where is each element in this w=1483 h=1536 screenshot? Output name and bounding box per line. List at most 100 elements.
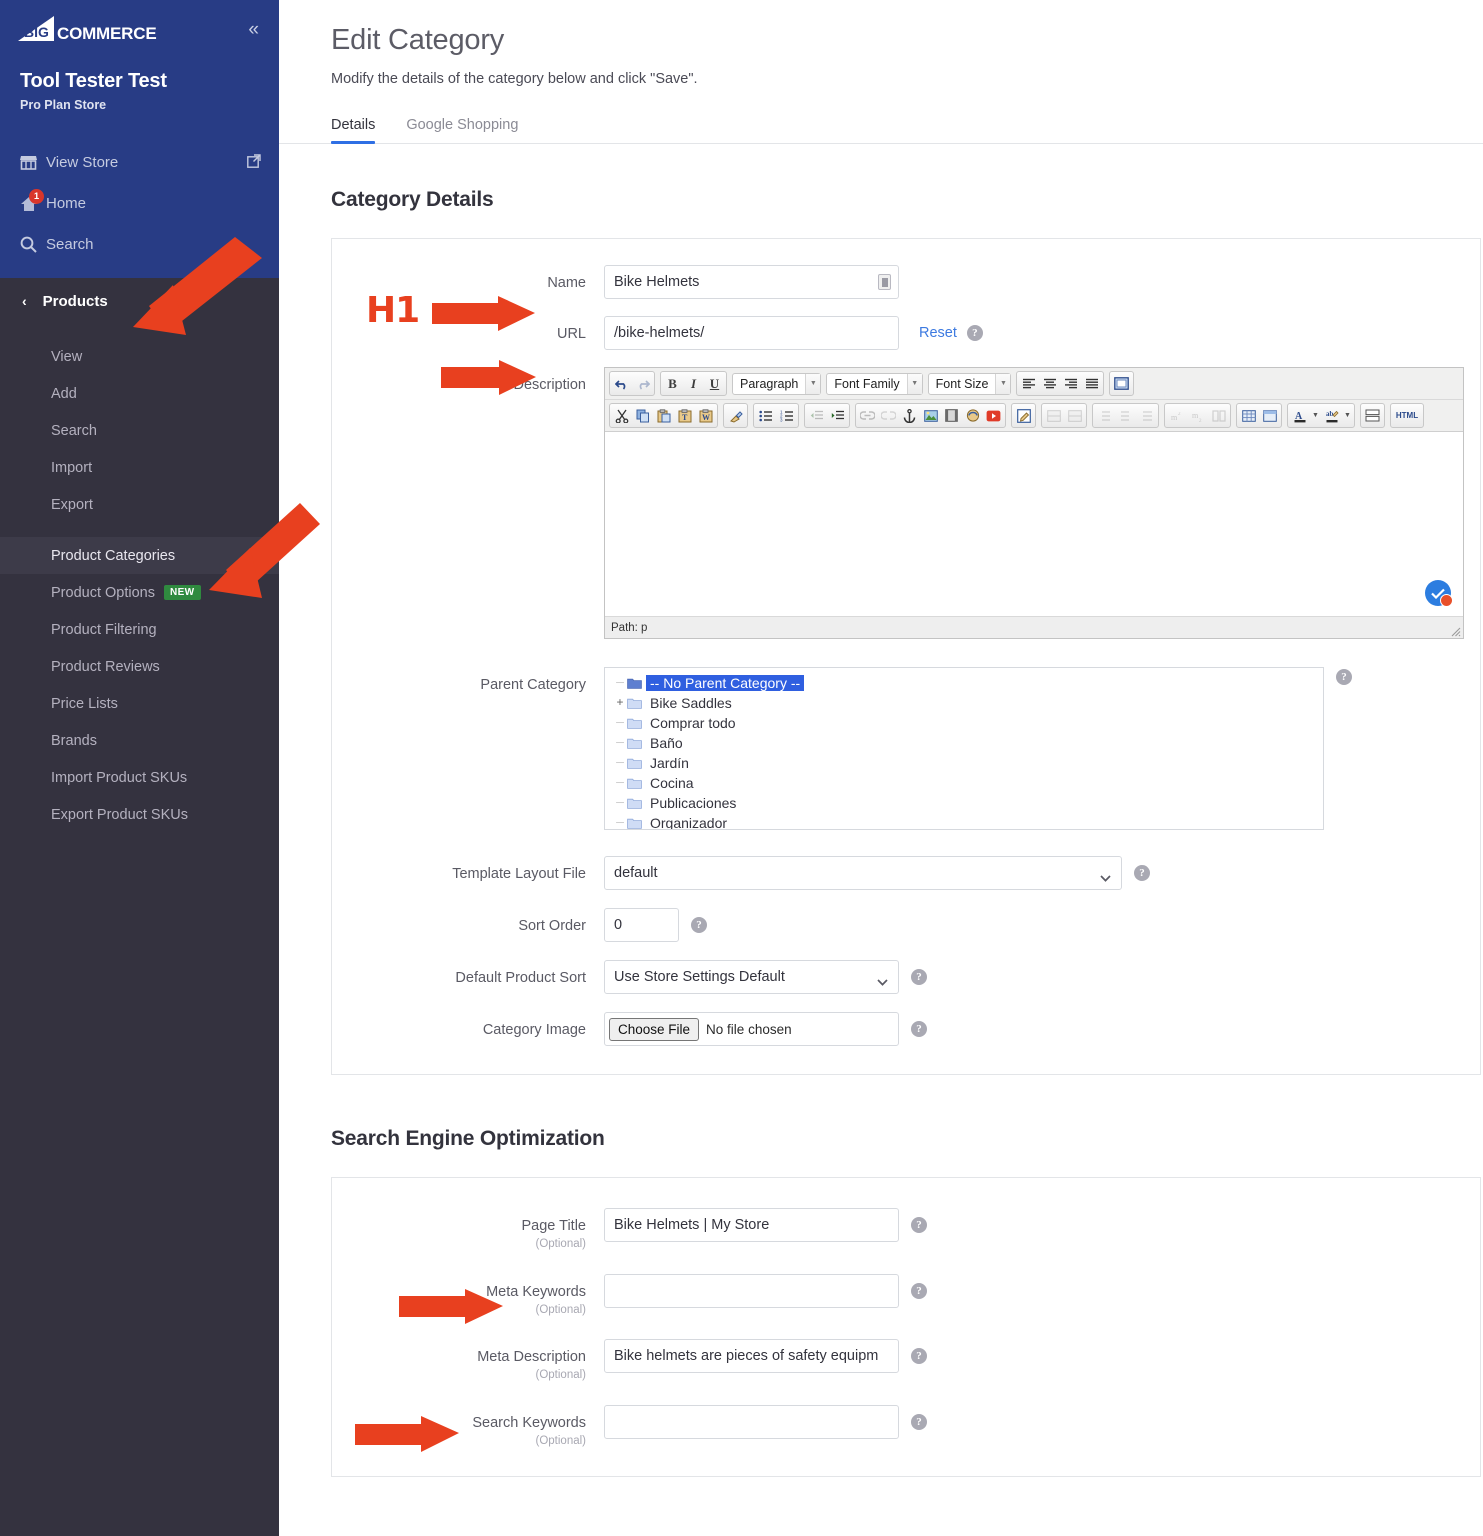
- table-properties-icon[interactable]: [1259, 405, 1280, 426]
- align-left-icon[interactable]: [1018, 373, 1039, 394]
- align-center-icon[interactable]: [1039, 373, 1060, 394]
- parent-category-tree[interactable]: ─ -- No Parent Category -- + Bike Saddle…: [604, 667, 1324, 830]
- grammarly-icon[interactable]: [1425, 580, 1453, 607]
- sidebar-item-product-filtering[interactable]: Product Filtering: [0, 611, 279, 648]
- collapse-sidebar-icon[interactable]: «: [248, 20, 259, 39]
- sidebar-item-import[interactable]: Import: [0, 449, 279, 486]
- highlight-color-icon[interactable]: ab: [1321, 405, 1342, 426]
- tree-node[interactable]: ─ Jardín: [613, 753, 1323, 773]
- bullet-list-icon[interactable]: [755, 405, 776, 426]
- text-color-dropdown-icon[interactable]: ▼: [1310, 405, 1321, 426]
- default-product-sort-select[interactable]: Use Store Settings Default: [604, 960, 899, 994]
- bold-icon[interactable]: B: [662, 373, 683, 394]
- paste-from-word-icon[interactable]: W: [695, 405, 716, 426]
- template-layout-select[interactable]: default: [604, 856, 1122, 890]
- numbered-list-icon[interactable]: 123: [776, 405, 797, 426]
- tree-node[interactable]: + Bike Saddles: [613, 693, 1323, 713]
- bigcommerce-logo[interactable]: BIG COMMERCE: [18, 16, 157, 42]
- insert-flash-icon[interactable]: [962, 405, 983, 426]
- sidebar-item-add[interactable]: Add: [0, 375, 279, 412]
- help-icon[interactable]: ?: [911, 1021, 927, 1037]
- url-reset-link[interactable]: Reset: [919, 325, 957, 341]
- sidebar-item-product-options[interactable]: Product Options NEW: [0, 574, 279, 611]
- insert-media-icon[interactable]: [941, 405, 962, 426]
- sidebar-item-product-reviews[interactable]: Product Reviews: [0, 648, 279, 685]
- help-icon[interactable]: ?: [911, 1348, 927, 1364]
- cut-icon[interactable]: [611, 405, 632, 426]
- help-icon[interactable]: ?: [691, 917, 707, 933]
- paste-icon[interactable]: [653, 405, 674, 426]
- anchor-icon[interactable]: [899, 405, 920, 426]
- sidebar-item-product-categories[interactable]: Product Categories: [0, 537, 279, 574]
- redo-icon[interactable]: [632, 373, 653, 394]
- align-right-icon[interactable]: [1060, 373, 1081, 394]
- sidebar-item-search-products[interactable]: Search: [0, 412, 279, 449]
- dl-term-icon[interactable]: [1115, 405, 1136, 426]
- meta-description-input[interactable]: [604, 1339, 899, 1373]
- link-icon[interactable]: [857, 405, 878, 426]
- font-family-select[interactable]: Font Family ▼: [826, 372, 923, 395]
- indent-icon[interactable]: [827, 405, 848, 426]
- insert-image-icon[interactable]: [920, 405, 941, 426]
- choose-file-button[interactable]: Choose File: [609, 1017, 700, 1041]
- paste-as-text-icon[interactable]: T: [674, 405, 695, 426]
- text-color-icon[interactable]: A: [1289, 405, 1310, 426]
- sidebar-item-home[interactable]: 1 Home: [0, 183, 279, 224]
- sidebar-item-import-product-skus[interactable]: Import Product SKUs: [0, 759, 279, 796]
- highlight-color-dropdown-icon[interactable]: ▼: [1342, 405, 1353, 426]
- html-source-icon[interactable]: HTML: [1392, 405, 1422, 426]
- outdent-icon[interactable]: [806, 405, 827, 426]
- copy-icon[interactable]: [632, 405, 653, 426]
- help-icon[interactable]: ?: [1134, 865, 1150, 881]
- tab-google-shopping[interactable]: Google Shopping: [406, 117, 530, 144]
- tree-node[interactable]: ─ Baño: [613, 733, 1323, 753]
- insert-row-before-icon[interactable]: [1043, 405, 1064, 426]
- font-size-select[interactable]: Font Size ▼: [927, 372, 1012, 395]
- file-input[interactable]: Choose File No file chosen: [604, 1012, 899, 1046]
- help-icon[interactable]: ?: [911, 969, 927, 985]
- edit-note-icon[interactable]: [1013, 405, 1034, 426]
- horizontal-rule-icon[interactable]: [1362, 405, 1383, 426]
- undo-icon[interactable]: [611, 373, 632, 394]
- tree-node[interactable]: ─ Comprar todo: [613, 713, 1323, 733]
- help-icon[interactable]: ?: [911, 1217, 927, 1233]
- dl-definition-icon[interactable]: [1136, 405, 1157, 426]
- page-builder-icon[interactable]: [878, 274, 891, 290]
- sidebar-item-view[interactable]: View: [0, 338, 279, 375]
- sidebar-item-brands[interactable]: Brands: [0, 722, 279, 759]
- editor-content-area[interactable]: [605, 432, 1463, 617]
- superscript-icon[interactable]: m2: [1166, 405, 1187, 426]
- merge-cells-icon[interactable]: [1208, 405, 1229, 426]
- sidebar-item-price-lists[interactable]: Price Lists: [0, 685, 279, 722]
- align-justify-icon[interactable]: [1081, 373, 1102, 394]
- remove-formatting-icon[interactable]: [725, 405, 746, 426]
- underline-icon[interactable]: U: [704, 373, 725, 394]
- sidebar-item-export[interactable]: Export: [0, 486, 279, 523]
- expand-icon[interactable]: +: [613, 696, 627, 710]
- dl-item-icon[interactable]: [1094, 405, 1115, 426]
- sidebar-item-export-product-skus[interactable]: Export Product SKUs: [0, 796, 279, 833]
- help-icon[interactable]: ?: [911, 1413, 927, 1430]
- tree-node[interactable]: ─ Organizador: [613, 813, 1323, 829]
- insert-row-after-icon[interactable]: [1064, 405, 1085, 426]
- sidebar-item-search[interactable]: Search: [0, 224, 279, 265]
- url-input[interactable]: [604, 316, 899, 350]
- help-icon[interactable]: ?: [966, 325, 983, 341]
- name-input[interactable]: [604, 265, 899, 299]
- unlink-icon[interactable]: [878, 405, 899, 426]
- insert-table-icon[interactable]: [1238, 405, 1259, 426]
- tree-node[interactable]: ─ Publicaciones: [613, 793, 1323, 813]
- youtube-icon[interactable]: [983, 405, 1004, 426]
- page-break-icon[interactable]: [1111, 373, 1132, 394]
- sort-order-input[interactable]: [604, 908, 679, 942]
- tab-details[interactable]: Details: [331, 117, 387, 144]
- search-keywords-input[interactable]: [604, 1404, 899, 1439]
- sidebar-item-view-store[interactable]: View Store: [0, 142, 279, 183]
- subscript-icon[interactable]: m2: [1187, 405, 1208, 426]
- meta-keywords-input[interactable]: [604, 1273, 899, 1308]
- tree-node[interactable]: ─ -- No Parent Category --: [613, 673, 1323, 693]
- editor-resize-handle[interactable]: [1450, 626, 1461, 637]
- tree-node[interactable]: ─ Cocina: [613, 773, 1323, 793]
- italic-icon[interactable]: I: [683, 373, 704, 394]
- page-title-input[interactable]: [604, 1208, 899, 1242]
